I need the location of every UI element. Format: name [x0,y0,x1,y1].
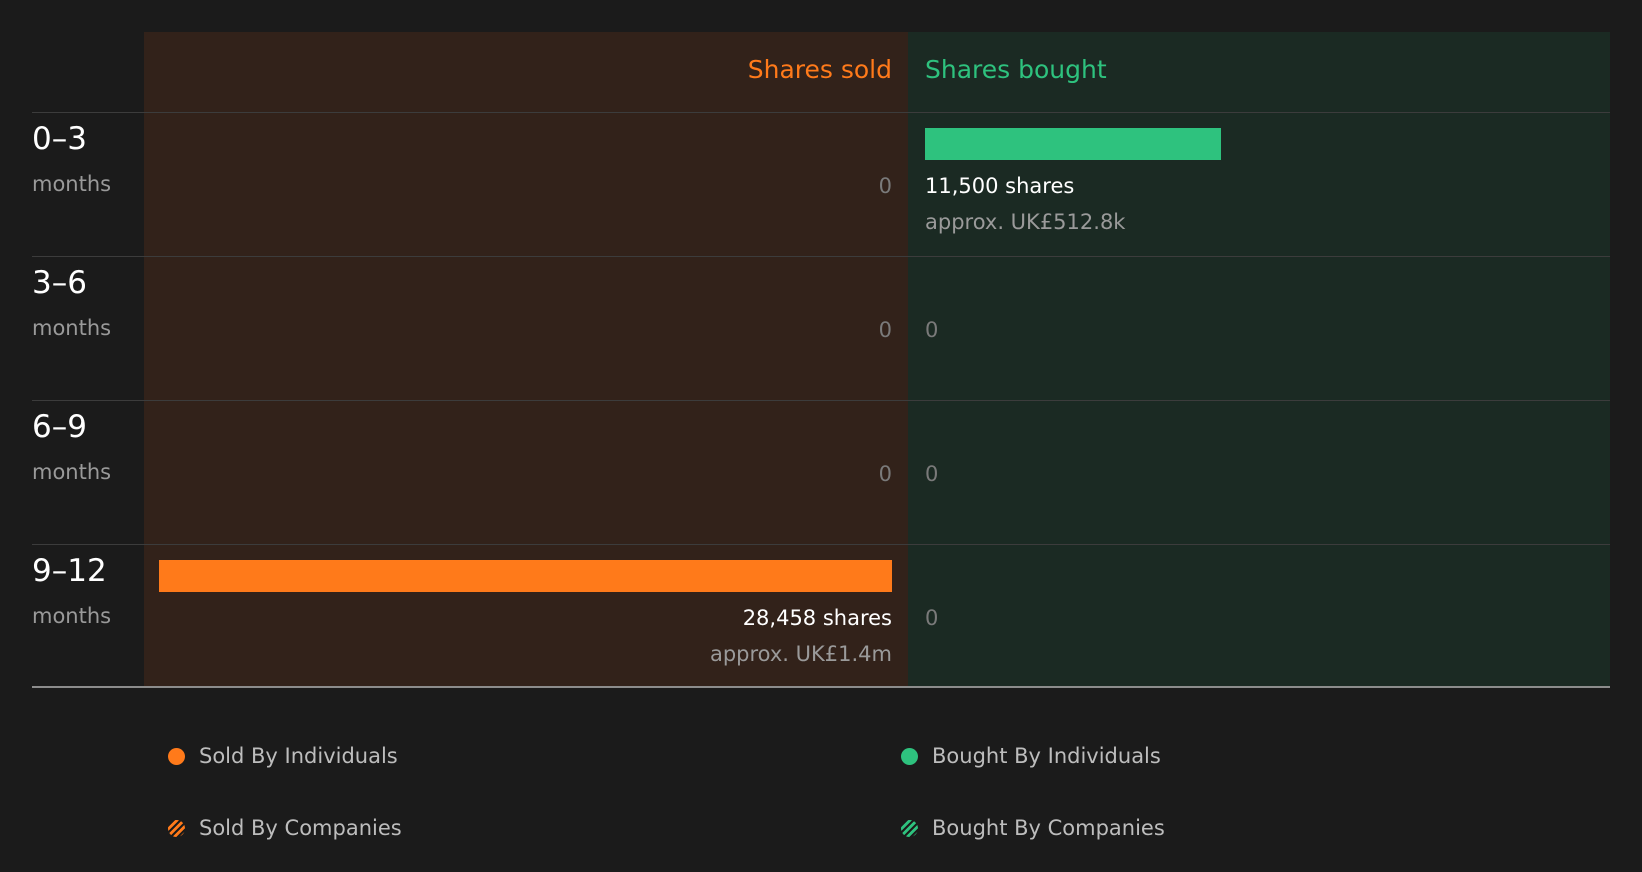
period-label: 9–12 [32,553,107,589]
period-unit-label: months [32,172,112,196]
row-divider [32,400,1610,401]
sold-value-label: 28,458 shares [742,606,892,630]
sold-bar[interactable] [159,560,892,592]
sold-approx-value: approx. UK£1.4m [709,642,892,666]
hatched-swatch-icon [901,819,918,837]
color-dot-icon [901,747,918,765]
legend-item[interactable]: Sold By Companies [168,813,402,843]
legend-label: Sold By Individuals [199,744,398,768]
baseline-axis [32,686,1610,688]
hatched-swatch-icon [168,819,185,837]
sold-zero-label: 0 [878,318,892,342]
bought-value-label: 11,500 shares [925,174,1075,198]
color-dot-icon [168,747,185,765]
period-unit-label: months [32,604,112,628]
row-divider [32,112,1610,113]
sold-zero-label: 0 [878,462,892,486]
period-label: 3–6 [32,265,87,301]
bought-zero-label: 0 [925,462,939,486]
row-divider [32,544,1610,545]
legend-label: Bought By Individuals [932,744,1161,768]
bought-zero-label: 0 [925,606,939,630]
period-unit-label: months [32,460,112,484]
legend-label: Bought By Companies [932,816,1165,840]
period-label: 0–3 [32,121,87,157]
legend-item[interactable]: Sold By Individuals [168,741,398,771]
row-divider [32,256,1610,257]
bought-bar[interactable] [925,128,1222,160]
legend-item[interactable]: Bought By Companies [901,813,1165,843]
legend-item[interactable]: Bought By Individuals [901,741,1161,771]
shares-bought-header: Shares bought [925,55,1107,84]
legend-label: Sold By Companies [199,816,402,840]
bought-zero-label: 0 [925,318,939,342]
period-unit-label: months [32,316,112,340]
insider-trading-chart: Shares sold Shares bought 0–3 months 0 11,5… [0,0,1642,872]
shares-sold-header: Shares sold [747,55,892,84]
sold-zero-label: 0 [878,174,892,198]
period-label: 6–9 [32,409,87,445]
bought-approx-value: approx. UK£512.8k [925,210,1126,234]
